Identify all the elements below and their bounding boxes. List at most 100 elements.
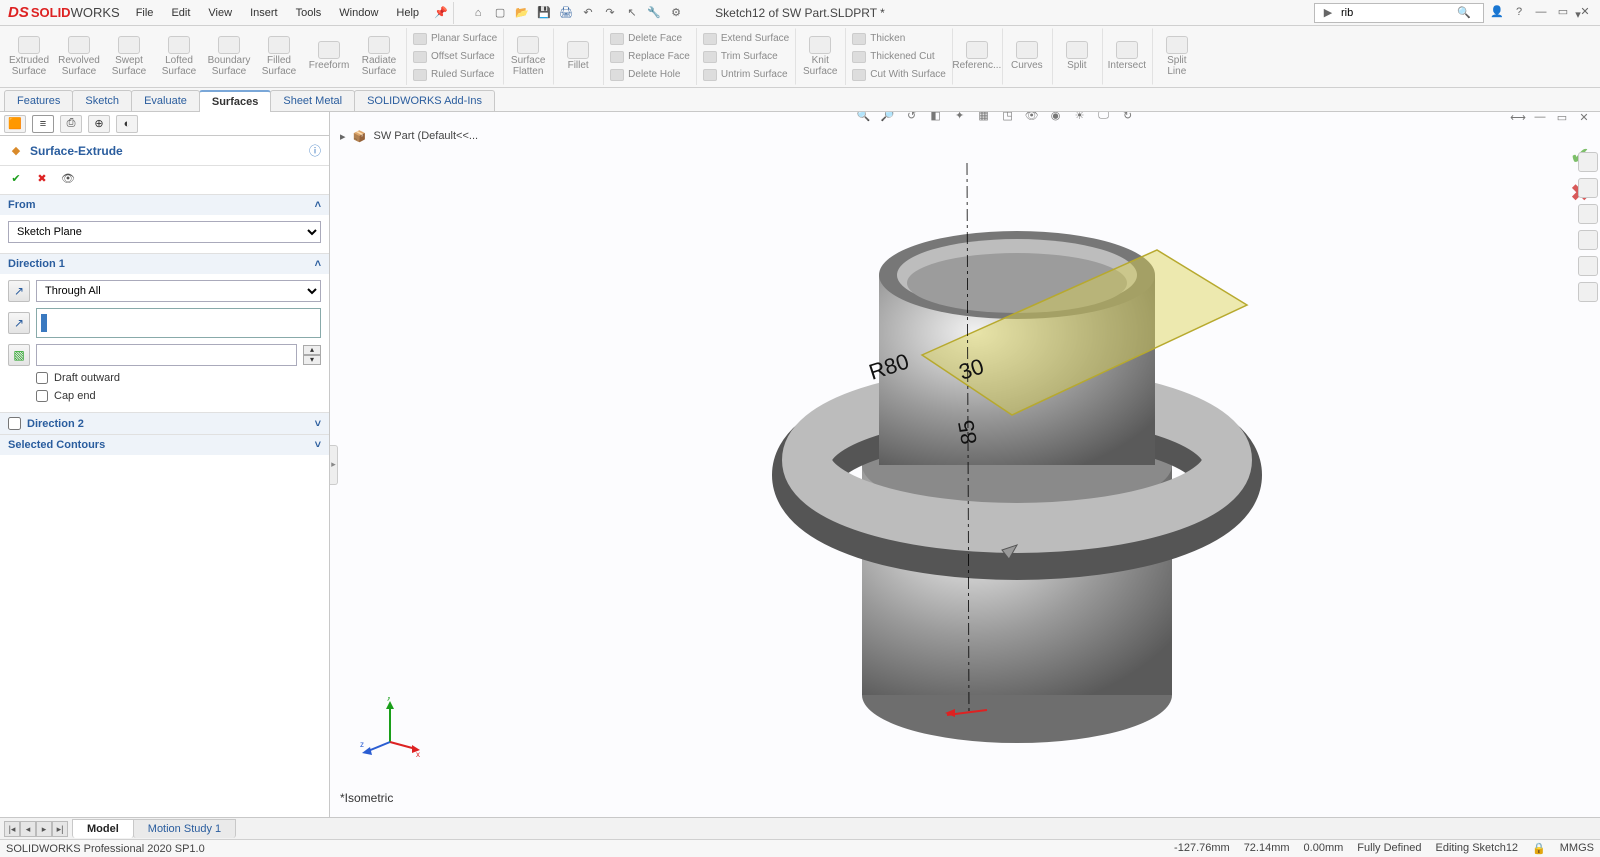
pm-direction1-header[interactable]: Direction 1 ˄	[0, 254, 329, 274]
vp-maximize-icon[interactable]: ▭	[1554, 112, 1570, 125]
options-icon[interactable]: ⚙	[668, 5, 684, 21]
draft-spinner[interactable]: ▴▾	[303, 345, 321, 365]
draft-outward-checkbox[interactable]: Draft outward	[36, 372, 321, 384]
property-manager-tab[interactable]: ≡	[32, 115, 54, 133]
ribbon-split[interactable]: Split	[1052, 28, 1102, 85]
task-tab-sheet-metal[interactable]: Sheet Metal	[270, 90, 355, 111]
taskpane-file-explorer-icon[interactable]	[1578, 204, 1598, 224]
pm-help-icon[interactable]: ⓘ	[309, 142, 321, 159]
new-icon[interactable]: ▢	[492, 5, 508, 21]
status-units[interactable]: MMGS	[1560, 842, 1594, 855]
tab-prev-button[interactable]: ◂	[20, 821, 36, 837]
home-icon[interactable]: ⌂	[470, 5, 486, 21]
menu-edit[interactable]: Edit	[163, 3, 198, 23]
ribbon-extend-surface[interactable]: Extend Surface	[703, 30, 789, 48]
configuration-manager-tab[interactable]: ⎙	[60, 115, 82, 133]
direction2-enable-checkbox[interactable]	[8, 417, 21, 430]
ribbon-swept-surface[interactable]: SweptSurface	[104, 28, 154, 85]
vp-minimize-icon[interactable]: —	[1532, 112, 1548, 125]
ribbon-thicken[interactable]: Thicken	[852, 30, 946, 48]
rebuild-icon[interactable]: 🔧	[646, 5, 662, 21]
pm-end-condition-combo[interactable]: Through All	[36, 280, 321, 302]
ribbon-split-line[interactable]: SplitLine	[1152, 28, 1202, 85]
pm-from-combo[interactable]: Sketch Plane	[8, 221, 321, 243]
task-tab-features[interactable]: Features	[4, 90, 73, 111]
pm-accept-button[interactable]: ✔	[8, 170, 24, 186]
ribbon-replace-face[interactable]: Replace Face	[610, 48, 690, 66]
minimize-icon[interactable]: —	[1532, 3, 1550, 21]
doc-tab-motion-study-1[interactable]: Motion Study 1	[133, 819, 236, 838]
menu-tools[interactable]: Tools	[288, 3, 330, 23]
ribbon-offset-surface[interactable]: Offset Surface	[413, 48, 497, 66]
feature-tree-flyout[interactable]: ▸ 📦 SW Part (Default<<...	[340, 128, 478, 144]
ribbon-freeform[interactable]: Freeform	[304, 28, 354, 85]
task-tab-sketch[interactable]: Sketch	[72, 90, 132, 111]
ribbon-trim-surface[interactable]: Trim Surface	[703, 48, 789, 66]
ribbon-curves[interactable]: Curves	[1002, 28, 1052, 85]
pm-preview-button[interactable]: 👁	[60, 170, 76, 186]
menu-view[interactable]: View	[200, 3, 240, 23]
direction-vector-button[interactable]: ↗	[8, 312, 30, 334]
save-icon[interactable]: 💾	[536, 5, 552, 21]
direction-vector-selection[interactable]	[36, 308, 321, 338]
menu-help[interactable]: Help	[388, 3, 427, 23]
ribbon-fillet[interactable]: Fillet	[553, 28, 603, 85]
ribbon-cut-with-surface[interactable]: Cut With Surface	[852, 66, 946, 84]
draft-angle-button[interactable]: ▧	[8, 344, 30, 366]
menu-insert[interactable]: Insert	[242, 3, 286, 23]
ribbon-surface-flatten[interactable]: SurfaceFlatten	[503, 28, 553, 85]
status-lock-icon[interactable]: 🔒	[1532, 842, 1546, 855]
print-icon[interactable]: 🖨	[558, 5, 574, 21]
display-manager-tab[interactable]: ◐	[116, 115, 138, 133]
graphics-viewport[interactable]: 🔍 🔎 ↺ ◧ ✦ ▦ ◳ 👁 ◉ ☀ 🖵 ↻ ⟷ — ▭ ✕ ▸ 📦 SW P…	[330, 112, 1600, 817]
ribbon-overflow[interactable]: ▾	[1560, 2, 1596, 26]
ribbon-filled-surface[interactable]: FilledSurface	[254, 28, 304, 85]
ribbon-untrim-surface[interactable]: Untrim Surface	[703, 66, 789, 84]
command-search-input[interactable]	[1341, 7, 1451, 19]
ribbon-revolved-surface[interactable]: RevolvedSurface	[54, 28, 104, 85]
open-icon[interactable]: 📂	[514, 5, 530, 21]
ribbon-ruled-surface[interactable]: Ruled Surface	[413, 66, 497, 84]
panel-collapse-handle[interactable]: ▸	[330, 445, 338, 485]
tab-last-button[interactable]: ▸|	[52, 821, 68, 837]
ribbon-boundary-surface[interactable]: BoundarySurface	[204, 28, 254, 85]
redo-icon[interactable]: ↷	[602, 5, 618, 21]
taskpane-appearances-icon[interactable]	[1578, 256, 1598, 276]
reverse-direction-button[interactable]: ↗	[8, 280, 30, 302]
draft-angle-input[interactable]	[36, 344, 297, 366]
feature-manager-tab[interactable]: 🟧	[4, 115, 26, 133]
ribbon-extruded-surface[interactable]: ExtrudedSurface	[4, 28, 54, 85]
doc-tab-model[interactable]: Model	[72, 819, 134, 838]
task-tab-solidworks-add-ins[interactable]: SOLIDWORKS Add-Ins	[354, 90, 495, 111]
pm-direction2-header[interactable]: Direction 2 ˅	[0, 413, 329, 434]
ribbon-intersect[interactable]: Intersect	[1102, 28, 1152, 85]
user-icon[interactable]: 👤	[1488, 3, 1506, 21]
taskpane-home-icon[interactable]	[1578, 152, 1598, 172]
taskpane-custom-props-icon[interactable]	[1578, 282, 1598, 302]
ribbon-referenc-[interactable]: Referenc...	[952, 28, 1002, 85]
taskpane-view-palette-icon[interactable]	[1578, 230, 1598, 250]
orientation-triad[interactable]: y x z	[360, 697, 420, 757]
ribbon-lofted-surface[interactable]: LoftedSurface	[154, 28, 204, 85]
dimxpert-manager-tab[interactable]: ⊕	[88, 115, 110, 133]
ribbon-delete-hole[interactable]: Delete Hole	[610, 66, 690, 84]
ribbon-thickened-cut[interactable]: Thickened Cut	[852, 48, 946, 66]
menu-file[interactable]: File	[128, 3, 162, 23]
ribbon-knit-surface[interactable]: KnitSurface	[795, 28, 845, 85]
ribbon-planar-surface[interactable]: Planar Surface	[413, 30, 497, 48]
cap-end-checkbox[interactable]: Cap end	[36, 390, 321, 402]
pm-from-header[interactable]: From ˄	[0, 195, 329, 215]
menu-window[interactable]: Window	[331, 3, 386, 23]
command-search[interactable]: ▶ 🔍	[1314, 3, 1484, 23]
search-magnifier-icon[interactable]: 🔍	[1455, 4, 1473, 22]
help-icon[interactable]: ?	[1510, 3, 1528, 21]
taskpane-design-library-icon[interactable]	[1578, 178, 1598, 198]
task-tab-evaluate[interactable]: Evaluate	[131, 90, 200, 111]
ribbon-radiate-surface[interactable]: RadiateSurface	[354, 28, 404, 85]
tab-first-button[interactable]: |◂	[4, 821, 20, 837]
task-tab-surfaces[interactable]: Surfaces	[199, 90, 271, 112]
pm-cancel-button[interactable]: ✖	[34, 170, 50, 186]
ribbon-delete-face[interactable]: Delete Face	[610, 30, 690, 48]
undo-icon[interactable]: ↶	[580, 5, 596, 21]
vp-close-icon[interactable]: ✕	[1576, 112, 1592, 125]
